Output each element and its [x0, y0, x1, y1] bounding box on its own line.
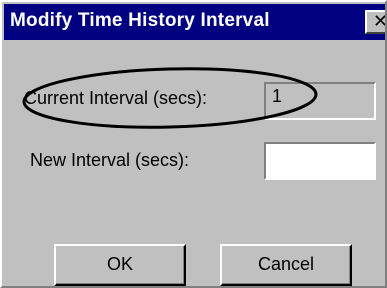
cancel-button[interactable]: Cancel	[220, 244, 352, 286]
new-interval-label: New Interval (secs):	[30, 150, 190, 170]
current-interval-value: 1	[272, 86, 283, 106]
close-button[interactable]: ✕	[365, 10, 387, 34]
modify-interval-dialog: Modify Time History Interval ✕ Current I…	[0, 0, 387, 288]
new-interval-input[interactable]	[264, 142, 376, 180]
dialog-title: Modify Time History Interval	[10, 10, 270, 31]
close-icon: ✕	[373, 11, 387, 31]
title-bar[interactable]: Modify Time History Interval ✕	[4, 4, 385, 40]
current-interval-label: Current Interval (secs):	[24, 88, 208, 108]
ok-button[interactable]: OK	[54, 244, 186, 286]
current-interval-field: 1	[264, 82, 376, 120]
